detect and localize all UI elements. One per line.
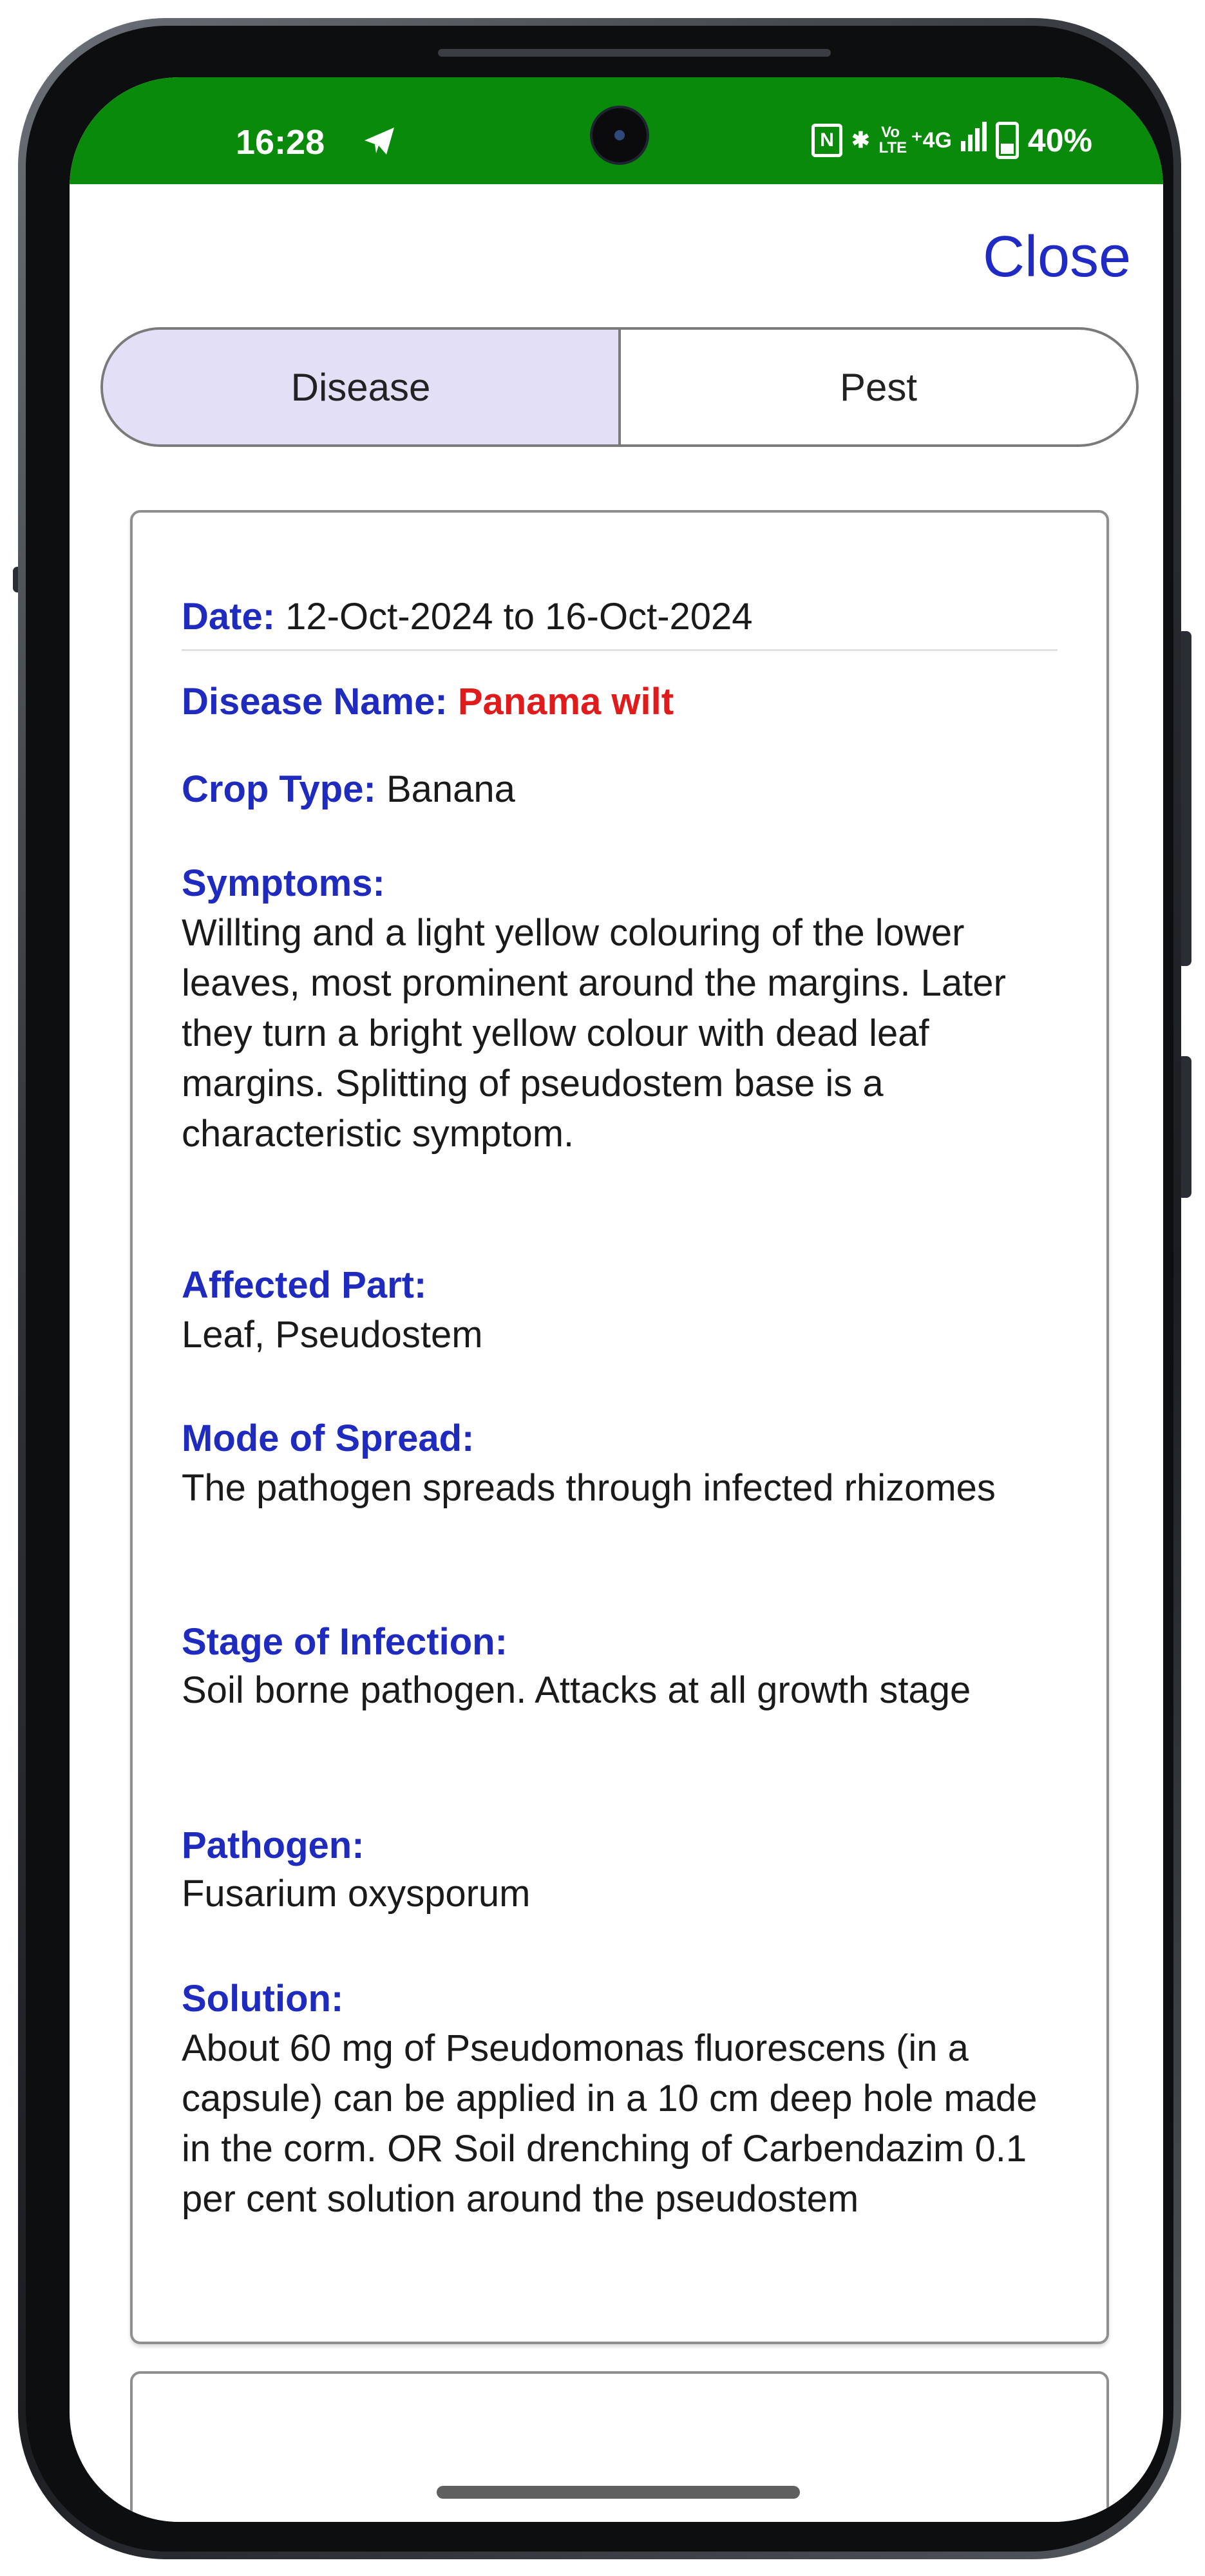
network-type: ⁺4G — [911, 128, 952, 153]
date-value: 12-Oct-2024 to 16-Oct-2024 — [285, 596, 753, 638]
status-bar: 16:28 N ✱ Vo LTE ⁺4G 40% — [70, 77, 1163, 184]
affected-part-label: Affected Part: — [182, 1264, 427, 1306]
phone-frame: 16:28 N ✱ Vo LTE ⁺4G 40% Close Disease P… — [18, 18, 1181, 2559]
crop-type-label: Crop Type: — [182, 768, 376, 810]
tab-switcher: Disease Pest — [100, 327, 1139, 447]
tab-disease[interactable]: Disease — [103, 330, 621, 444]
volte-icon: Vo LTE — [878, 124, 907, 156]
telegram-send-icon — [363, 126, 395, 158]
affected-part-label-row: Affected Part: — [182, 1264, 426, 1307]
battery-percent: 40% — [1027, 122, 1092, 158]
pathogen-value: Fusarium oxysporum — [182, 1873, 531, 1915]
date-row: Date: 12-Oct-2024 to 16-Oct-2024 — [182, 595, 753, 638]
affected-part-value: Leaf, Pseudostem — [182, 1314, 483, 1356]
front-camera-icon — [590, 106, 649, 165]
disease-name-row: Disease Name: Panama wilt — [182, 680, 674, 723]
solution-label: Solution: — [182, 1978, 344, 2020]
status-time: 16:28 — [236, 123, 325, 162]
mode-of-spread-value: The pathogen spreads through infected rh… — [182, 1467, 996, 1509]
signal-icon — [960, 122, 987, 159]
spread-label-row: Mode of Spread: — [182, 1417, 474, 1460]
pathogen-label: Pathogen: — [182, 1824, 365, 1866]
close-button[interactable]: Close — [983, 224, 1131, 290]
screen: 16:28 N ✱ Vo LTE ⁺4G 40% Close Disease P… — [70, 77, 1163, 2522]
home-indicator[interactable] — [437, 2486, 800, 2499]
pathogen-label-row: Pathogen: — [182, 1824, 365, 1867]
tab-pest[interactable]: Pest — [621, 330, 1136, 444]
symptoms-label-row: Symptoms: — [182, 862, 385, 905]
solution-label-row: Solution: — [182, 1977, 343, 2020]
mode-of-spread-label: Mode of Spread: — [182, 1417, 475, 1459]
speaker-grille — [438, 49, 831, 57]
date-label: Date: — [182, 596, 276, 638]
disease-name-value: Panama wilt — [457, 681, 674, 723]
nfc-icon: N — [811, 124, 843, 157]
symptoms-label: Symptoms: — [182, 862, 385, 904]
status-icons: N ✱ Vo LTE ⁺4G 40% — [811, 122, 1092, 159]
solution-value: About 60 mg of Pseudomonas fluorescens (… — [182, 2027, 1038, 2220]
stage-of-infection-value: Soil borne pathogen. Attacks at all grow… — [182, 1669, 971, 1711]
bluetooth-icon: ✱ — [851, 128, 870, 153]
stage-of-infection-label: Stage of Infection: — [182, 1621, 508, 1663]
crop-type-row: Crop Type: Banana — [182, 768, 515, 811]
battery-icon — [995, 122, 1019, 159]
divider — [182, 649, 1058, 651]
stage-label-row: Stage of Infection: — [182, 1620, 508, 1663]
disease-name-label: Disease Name: — [182, 681, 448, 723]
symptoms-value: Willting and a light yellow colouring of… — [182, 912, 1006, 1155]
crop-type-value: Banana — [386, 768, 515, 810]
next-record-card — [130, 2371, 1109, 2522]
